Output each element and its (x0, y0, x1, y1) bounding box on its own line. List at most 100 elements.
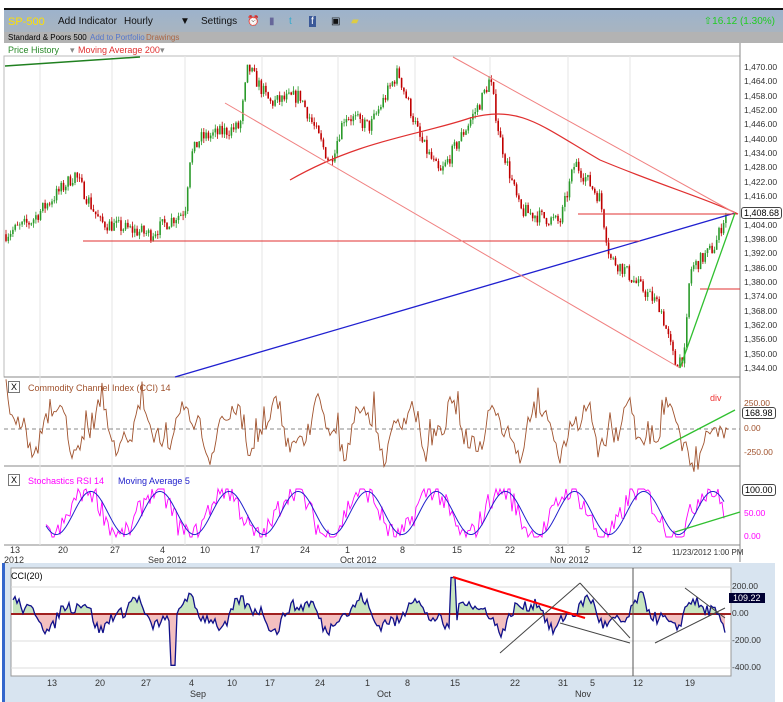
candle-body (520, 199, 522, 209)
candle-body (444, 162, 447, 167)
bottom-tick: -200.00 (732, 635, 761, 645)
candle-body (207, 132, 210, 139)
candle-body (375, 113, 378, 115)
candle-body (462, 132, 465, 135)
candle-body (166, 222, 168, 230)
candle-body (320, 133, 322, 140)
bottom-month-tick: Oct (377, 689, 392, 699)
candle-body (612, 257, 614, 259)
candle-body (370, 118, 373, 131)
candle-body (644, 291, 647, 297)
bottom-cci-plot[interactable] (5, 563, 775, 702)
blue-trendline (174, 212, 736, 378)
candle-body (221, 125, 223, 135)
bottom-tick: -400.00 (732, 662, 761, 672)
candle-body (5, 234, 7, 241)
candle-body (692, 265, 695, 270)
candle-body (354, 115, 357, 117)
candle-body (260, 80, 263, 94)
price-last-tag: 1,408.68 (741, 207, 783, 219)
candle-body (242, 100, 244, 121)
candle-body (269, 98, 272, 102)
date-tick: 1 (345, 545, 351, 555)
candle-body (582, 177, 585, 182)
candle-body (274, 99, 276, 106)
candle-body (60, 182, 62, 192)
candle-body (235, 122, 237, 130)
candle-body (407, 98, 410, 99)
candle-body (640, 279, 642, 282)
legend-cci[interactable]: Commodity Channel Index (CCI) 14 (28, 383, 171, 393)
date-tick: 22 (505, 545, 516, 555)
candle-body (511, 178, 513, 180)
candle-body (62, 182, 65, 191)
candle-body (175, 220, 177, 224)
candle-body (603, 209, 605, 228)
candle-body (23, 218, 26, 222)
candle-body (568, 181, 571, 198)
candle-body (32, 219, 35, 224)
candle-body (14, 224, 16, 230)
candle-body (272, 101, 274, 106)
candle-body (170, 217, 173, 227)
candle-body (168, 226, 171, 230)
bottom-date-tick: 17 (265, 678, 276, 688)
candle-body (143, 225, 145, 234)
candle-body (25, 218, 28, 223)
candle-body (184, 211, 187, 216)
candle-body (529, 212, 532, 214)
candle-body (410, 98, 412, 117)
candle-body (550, 217, 552, 225)
date-tick: 10 (200, 545, 211, 555)
candle-body (545, 218, 548, 225)
candle-body (389, 85, 391, 87)
candle-body (384, 97, 387, 100)
legend-stoch-ma[interactable]: Moving Average 5 (118, 476, 190, 486)
candle-body (161, 219, 164, 222)
close-icon[interactable]: X (8, 474, 21, 486)
candle-body (426, 139, 428, 154)
candle-body (559, 221, 562, 223)
legend-stoch-rsi[interactable]: Stochastics RSI 14 (28, 476, 104, 486)
close-icon[interactable]: X (8, 381, 21, 393)
date-tick: 20 (58, 545, 69, 555)
candle-body (281, 95, 283, 102)
candle-body (439, 168, 442, 171)
candle-body (637, 279, 640, 283)
candle-body (617, 265, 619, 272)
candle-body (428, 151, 430, 154)
candle-body (414, 121, 417, 122)
candle-body (706, 248, 709, 254)
date-tick: 24 (300, 545, 311, 555)
candle-body (377, 109, 380, 114)
candle-body (150, 230, 152, 241)
candle-body (571, 169, 573, 182)
candle-body (527, 204, 529, 214)
candle-body (364, 119, 366, 128)
candle-body (361, 119, 364, 128)
candle-body (400, 77, 403, 88)
candle-body (699, 253, 702, 270)
candle-body (396, 68, 398, 84)
candle-body (111, 221, 113, 231)
price-tick: 1,386.00 (744, 262, 778, 273)
candle-body (301, 100, 304, 102)
candle-body (695, 261, 697, 266)
candle-body (180, 214, 182, 216)
candle-body (58, 188, 60, 192)
candle-body (255, 71, 258, 87)
candle-body (104, 221, 106, 228)
candle-body (538, 210, 541, 223)
candle-body (435, 158, 437, 162)
cci-fill (377, 614, 379, 626)
cci-fill (189, 593, 191, 614)
date-tick: 13 (10, 545, 21, 555)
candle-body (129, 226, 131, 228)
candle-body (212, 132, 214, 136)
candle-body (145, 233, 148, 234)
candle-body (341, 122, 343, 140)
candle-body (239, 120, 242, 129)
candle-body (499, 131, 502, 138)
candle-body (90, 197, 92, 210)
candle-body (522, 208, 525, 216)
